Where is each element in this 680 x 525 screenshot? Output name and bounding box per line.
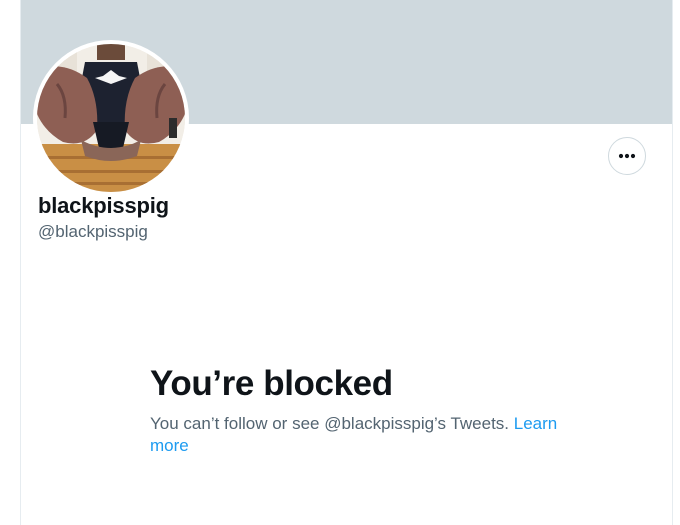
profile-photo-icon — [37, 44, 185, 192]
blocked-message-text: You can’t follow or see @blackpisspig’s … — [150, 414, 510, 433]
avatar[interactable] — [37, 44, 185, 192]
blocked-title: You’re blocked — [150, 364, 393, 403]
right-gutter — [673, 0, 680, 525]
profile-handle: @blackpisspig — [38, 222, 148, 241]
more-options-button[interactable] — [608, 137, 646, 175]
profile-display-name: blackpisspig — [38, 193, 169, 218]
left-gutter — [0, 0, 21, 525]
more-horizontal-icon — [618, 153, 636, 159]
profile-page: blackpisspig @blackpisspig You’re blocke… — [0, 0, 680, 525]
blocked-message: You can’t follow or see @blackpisspig’s … — [150, 413, 570, 457]
